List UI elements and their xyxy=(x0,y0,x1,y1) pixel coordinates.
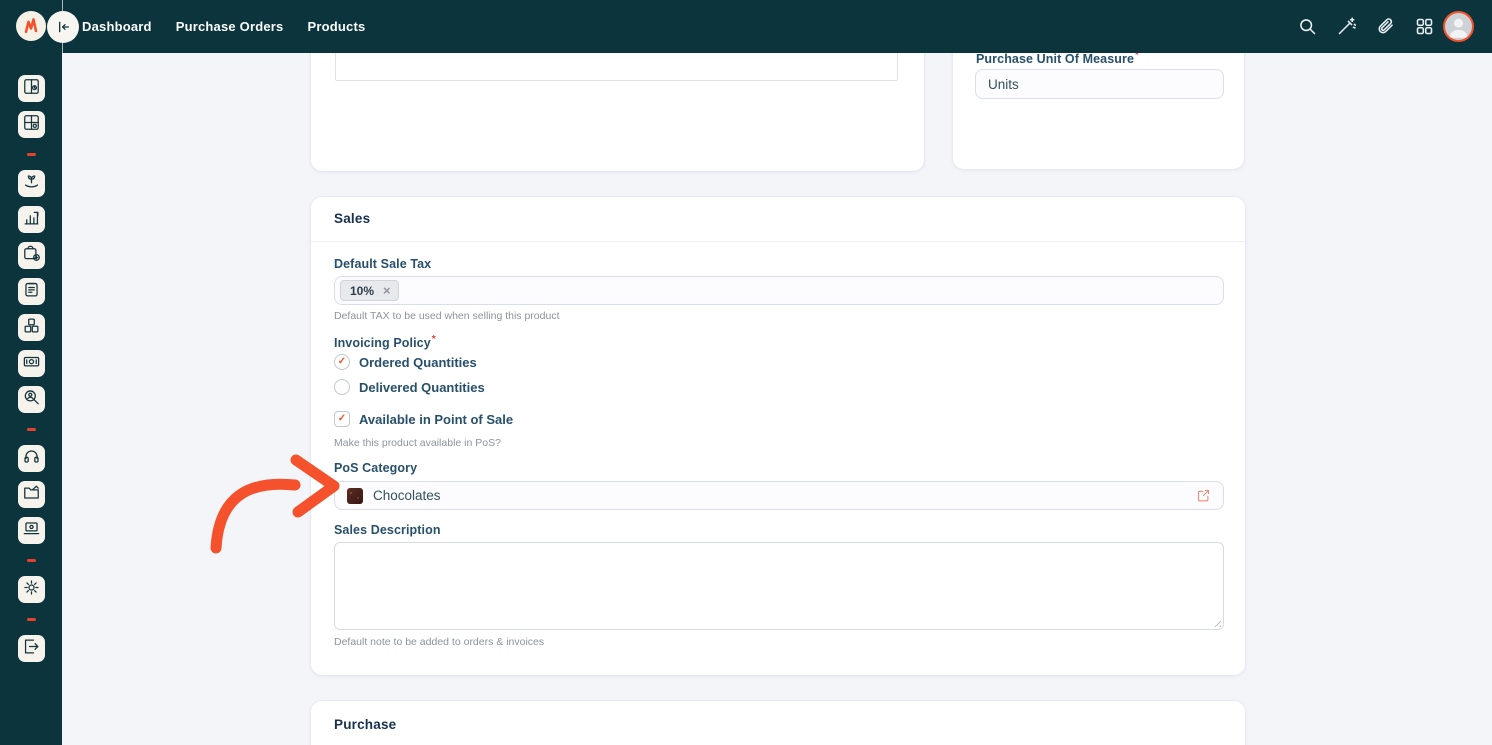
sidebar-item-laptop[interactable] xyxy=(18,517,45,544)
sidebar-item-clipboard-calc[interactable] xyxy=(18,278,45,305)
topbar-actions xyxy=(1295,0,1436,53)
collapse-sidebar-icon xyxy=(55,19,71,35)
sidebar-item-hand-care[interactable] xyxy=(18,170,45,197)
purchase-uom-value: Units xyxy=(988,77,1019,92)
radio-selected-icon[interactable]: ✓ xyxy=(334,354,350,370)
user-avatar-icon xyxy=(1445,13,1472,40)
purchase-uom-field[interactable]: Units xyxy=(975,69,1224,99)
purchase-section-title: Purchase xyxy=(334,717,396,732)
search-person-icon xyxy=(22,388,41,412)
sales-chart-icon xyxy=(22,208,41,232)
sidebar-item-headset[interactable] xyxy=(18,445,45,472)
ledger-icon xyxy=(22,77,41,101)
headset-icon xyxy=(22,447,41,471)
radio-ordered-quantities[interactable]: ✓ Ordered Quantities xyxy=(334,354,477,370)
tax-tag: 10% × xyxy=(340,280,399,301)
checkbox-checked-icon[interactable]: ✓ xyxy=(334,411,350,427)
pos-category-label: PoS Category xyxy=(334,461,417,475)
remove-tag-icon[interactable]: × xyxy=(383,284,391,297)
money-icon xyxy=(22,352,41,376)
tax-tag-value: 10% xyxy=(350,284,374,298)
external-link-icon[interactable] xyxy=(1196,488,1211,503)
main-content: Units Purchase Unit Of Measure* Units Sa… xyxy=(62,53,1492,745)
default-sale-tax-help: Default TAX to be used when selling this… xyxy=(334,310,560,322)
scale-add-icon xyxy=(22,244,41,268)
user-avatar[interactable] xyxy=(1443,11,1474,42)
available-in-pos-row[interactable]: ✓ Available in Point of Sale xyxy=(334,411,513,427)
sales-description-textarea[interactable] xyxy=(334,542,1224,630)
sidebar-separator xyxy=(27,559,36,562)
app-sidebar xyxy=(0,53,62,745)
collapse-sidebar-button[interactable] xyxy=(47,11,79,43)
cutoff-textarea[interactable] xyxy=(335,53,898,81)
general-info-card xyxy=(310,53,925,172)
radio-unselected-icon[interactable] xyxy=(334,379,350,395)
chocolate-thumbnail xyxy=(347,488,363,504)
sidebar-item-settings-gear[interactable] xyxy=(18,576,45,603)
nav-item-dashboard[interactable]: Dashboard xyxy=(82,19,152,34)
clipboard-calc-icon xyxy=(22,280,41,304)
paperclip-icon[interactable] xyxy=(1373,15,1397,39)
apps-launcher-icon[interactable] xyxy=(1412,15,1436,39)
sidebar-separator xyxy=(27,153,36,156)
sidebar-separator xyxy=(27,428,36,431)
purchase-uom-label: Purchase Unit Of Measure* xyxy=(976,53,1139,68)
required-asterisk: * xyxy=(432,334,436,345)
inventory-boxes-icon xyxy=(22,316,41,340)
settings-gear-icon xyxy=(22,578,41,602)
sales-description-help: Default note to be added to orders & inv… xyxy=(334,636,544,648)
brand-logo-icon xyxy=(21,16,41,36)
top-navigation-bar: Dashboard Purchase Orders Products xyxy=(0,0,1492,53)
sidebar-item-logout[interactable] xyxy=(18,635,45,662)
sales-section-title: Sales xyxy=(334,211,370,226)
nav-item-products[interactable]: Products xyxy=(307,19,365,34)
sidebar-item-apps-grid[interactable] xyxy=(18,111,45,138)
main-nav: Dashboard Purchase Orders Products xyxy=(82,0,365,53)
sidebar-item-folder-doc[interactable] xyxy=(18,481,45,508)
magic-wand-icon[interactable] xyxy=(1334,15,1358,39)
purchase-section-card: Purchase xyxy=(310,700,1246,745)
brand-logo[interactable] xyxy=(16,11,46,41)
laptop-icon xyxy=(22,519,41,543)
sales-section-card: Sales Default Sale Tax 10% × Default TAX… xyxy=(310,196,1246,676)
nav-item-purchase-orders[interactable]: Purchase Orders xyxy=(176,19,284,34)
hand-care-icon xyxy=(22,172,41,196)
sales-description-label: Sales Description xyxy=(334,523,441,537)
folder-doc-icon xyxy=(22,483,41,507)
sidebar-item-search-person[interactable] xyxy=(18,386,45,413)
app-window: Dashboard Purchase Orders Products Units P… xyxy=(0,0,1492,745)
resize-handle[interactable] xyxy=(1211,617,1221,627)
radio-delivered-quantities[interactable]: Delivered Quantities xyxy=(334,379,485,395)
units-card: Units Purchase Unit Of Measure* Units xyxy=(952,53,1245,170)
section-divider xyxy=(311,241,1245,242)
sidebar-item-money[interactable] xyxy=(18,350,45,377)
pos-category-field[interactable]: Chocolates xyxy=(334,481,1224,510)
default-sale-tax-label: Default Sale Tax xyxy=(334,257,431,271)
pos-category-value: Chocolates xyxy=(373,488,441,503)
sidebar-item-inventory-boxes[interactable] xyxy=(18,314,45,341)
invoicing-policy-label: Invoicing Policy* xyxy=(334,334,436,352)
apps-grid-icon xyxy=(22,113,41,137)
logout-icon xyxy=(22,637,41,661)
sidebar-item-ledger[interactable] xyxy=(18,75,45,102)
available-in-pos-help: Make this product available in PoS? xyxy=(334,437,501,449)
sidebar-separator xyxy=(27,618,36,621)
sidebar-item-sales-chart[interactable] xyxy=(18,206,45,233)
required-asterisk: * xyxy=(1135,53,1139,61)
default-sale-tax-field[interactable]: 10% × xyxy=(334,276,1224,305)
search-icon[interactable] xyxy=(1295,15,1319,39)
sidebar-item-scale-add[interactable] xyxy=(18,242,45,269)
